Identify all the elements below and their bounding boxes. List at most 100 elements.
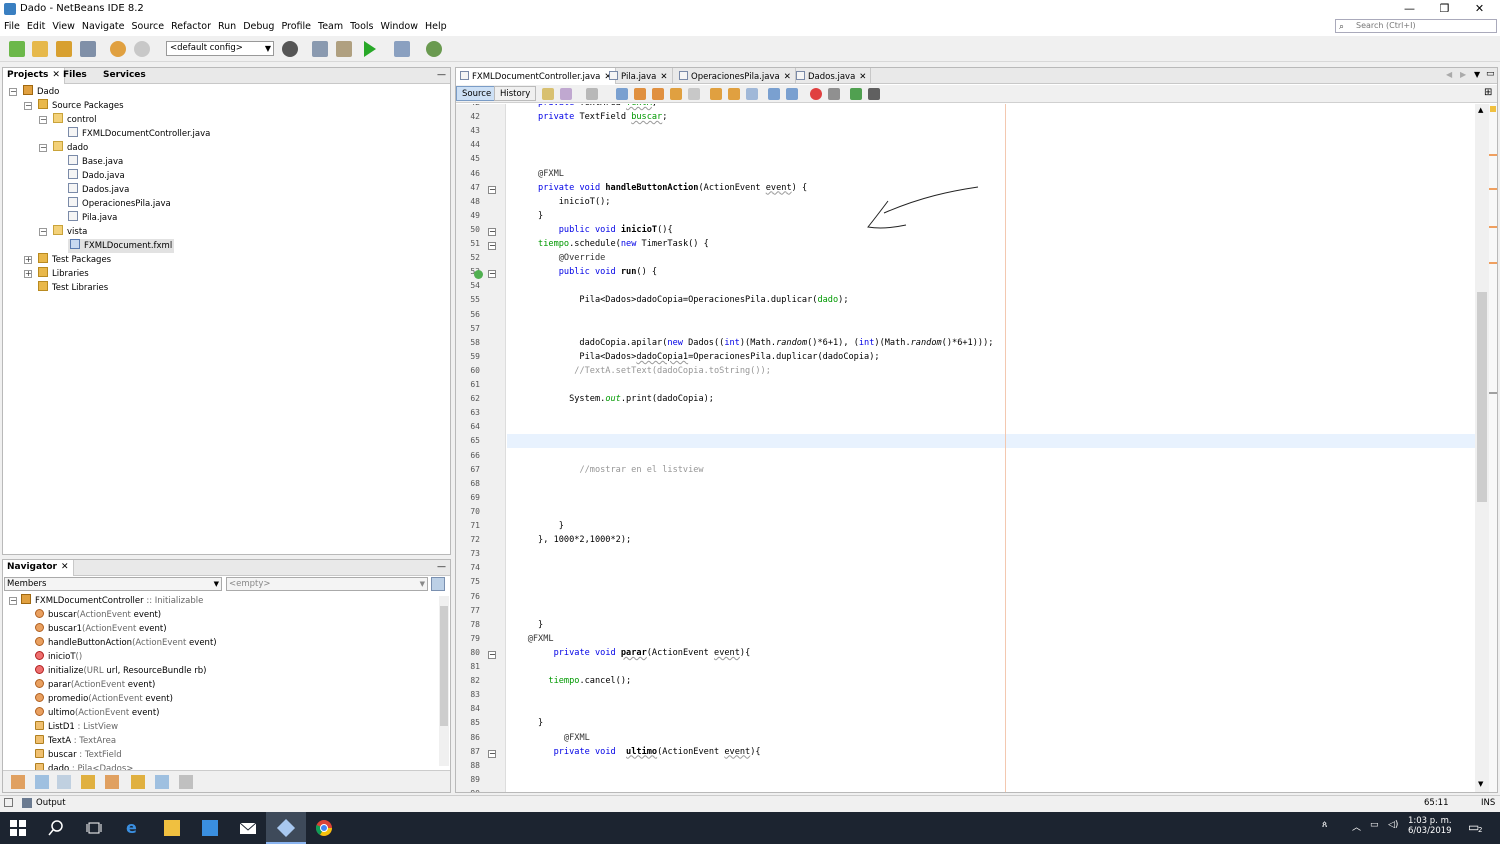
- tab-files[interactable]: Files: [59, 68, 91, 84]
- shift-left-icon[interactable]: [768, 88, 780, 100]
- fold-icon[interactable]: −: [488, 242, 496, 250]
- fold-icon[interactable]: −: [488, 270, 496, 279]
- chrome-icon[interactable]: [316, 820, 332, 836]
- back-icon[interactable]: [560, 88, 572, 100]
- last-edit-icon[interactable]: [542, 88, 554, 100]
- menu-window[interactable]: Window: [377, 18, 421, 32]
- member-item[interactable]: ListD1 : ListView: [35, 720, 118, 734]
- tree-item[interactable]: dado: [53, 141, 88, 155]
- clean-build-icon[interactable]: [336, 41, 352, 57]
- sort-icon[interactable]: [155, 775, 169, 789]
- menu-profile[interactable]: Profile: [277, 18, 314, 32]
- tree-item[interactable]: vista: [53, 225, 87, 239]
- menu-tools[interactable]: Tools: [346, 18, 376, 32]
- search-icon[interactable]: [48, 820, 64, 836]
- config-select[interactable]: <default config> ▼: [166, 41, 274, 56]
- history-button[interactable]: History: [494, 86, 537, 101]
- code-area[interactable]: private TextArea TextA; private TextFiel…: [507, 104, 1475, 792]
- clock[interactable]: 1:03 p. m. 6/03/2019: [1408, 816, 1452, 836]
- network-icon[interactable]: ▭: [1370, 820, 1379, 830]
- member-item[interactable]: parar(ActionEvent event): [35, 678, 155, 692]
- tab-navigator[interactable]: Navigator ✕: [3, 560, 74, 576]
- member-item[interactable]: buscar1(ActionEvent event): [35, 622, 167, 636]
- menu-run[interactable]: Run: [214, 18, 239, 32]
- layout-icon[interactable]: [431, 577, 445, 591]
- member-item[interactable]: initialize(URL url, ResourceBundle rb): [35, 664, 206, 678]
- new-project-icon[interactable]: [9, 41, 25, 57]
- debug-icon[interactable]: [394, 41, 410, 57]
- collapse-icon[interactable]: −: [39, 116, 47, 124]
- search-input[interactable]: ⌕ Search (Ctrl+I): [1335, 19, 1497, 33]
- close-icon[interactable]: ✕: [61, 562, 69, 572]
- fold-icon[interactable]: −: [488, 227, 496, 236]
- warning-mark[interactable]: [1489, 154, 1497, 156]
- run-icon[interactable]: [364, 41, 376, 57]
- split-icon[interactable]: ⊞: [1484, 87, 1492, 98]
- tab-services[interactable]: Services: [99, 68, 150, 84]
- tree-item[interactable]: FXMLDocument.fxml: [68, 239, 175, 253]
- find-next-icon[interactable]: [652, 88, 664, 100]
- find-selection-icon[interactable]: [670, 88, 682, 100]
- next-bookmark-icon[interactable]: [728, 88, 740, 100]
- navigator-scrollbar[interactable]: [439, 596, 449, 766]
- toggle-bookmark-icon[interactable]: [746, 88, 758, 100]
- comment-icon[interactable]: [850, 88, 862, 100]
- menu-team[interactable]: Team: [314, 18, 346, 32]
- expand-icon[interactable]: +: [24, 256, 32, 264]
- expand-icon[interactable]: +: [24, 270, 32, 278]
- collapse-icon[interactable]: −: [9, 597, 17, 605]
- open-project-icon[interactable]: [56, 41, 72, 57]
- tree-item[interactable]: Libraries: [38, 267, 89, 281]
- member-item[interactable]: ultimo(ActionEvent event): [35, 706, 159, 720]
- filter-icon[interactable]: [131, 775, 145, 789]
- sort-alpha-icon[interactable]: [179, 775, 193, 789]
- warning-mark[interactable]: [1489, 226, 1497, 228]
- override-icon[interactable]: [474, 270, 483, 280]
- menu-edit[interactable]: Edit: [23, 18, 48, 32]
- member-item[interactable]: TextA : TextArea: [35, 734, 116, 748]
- redo-icon[interactable]: [134, 41, 150, 57]
- collapse-icon[interactable]: −: [39, 144, 47, 152]
- menu-refactor[interactable]: Refactor: [167, 18, 214, 32]
- edge-icon[interactable]: e: [126, 818, 142, 837]
- save-all-icon[interactable]: [80, 41, 96, 57]
- tree-item[interactable]: Base.java: [68, 155, 123, 169]
- minimize-panel-icon[interactable]: —: [433, 560, 450, 576]
- scroll-up-icon[interactable]: ▲: [1478, 106, 1483, 114]
- close-icon[interactable]: ✕: [784, 72, 791, 82]
- close-button[interactable]: ✕: [1462, 0, 1497, 18]
- member-item[interactable]: inicioT(): [35, 650, 82, 664]
- minimize-panel-icon[interactable]: —: [433, 68, 450, 84]
- store-icon[interactable]: [202, 820, 218, 836]
- globe-icon[interactable]: [282, 41, 298, 57]
- find-icon[interactable]: [616, 88, 628, 100]
- fold-icon[interactable]: −: [488, 749, 496, 758]
- collapse-icon[interactable]: −: [9, 88, 17, 96]
- editor-tab-pila[interactable]: Pila.java ✕: [605, 68, 673, 84]
- filter-icon[interactable]: [105, 775, 119, 789]
- member-item[interactable]: handleButtonAction(ActionEvent event): [35, 636, 217, 650]
- build-hammer-icon[interactable]: [312, 41, 328, 57]
- tree-item[interactable]: Test Libraries: [38, 281, 108, 295]
- tab-list-icon[interactable]: ▼: [1474, 70, 1480, 79]
- scroll-tabs-left-icon[interactable]: ◀: [1446, 70, 1452, 79]
- filter-select[interactable]: <empty> ▼: [226, 577, 428, 591]
- tree-item[interactable]: Dado.java: [68, 169, 125, 183]
- people-icon[interactable]: ጰ: [1322, 820, 1327, 830]
- restore-button[interactable]: ❐: [1427, 0, 1462, 18]
- record-macro-icon[interactable]: [810, 88, 822, 100]
- maximize-icon[interactable]: ▭: [1486, 69, 1495, 79]
- forward-icon[interactable]: [586, 88, 598, 100]
- menu-help[interactable]: Help: [421, 18, 450, 32]
- navigator-scroll-thumb[interactable]: [440, 606, 448, 726]
- menu-view[interactable]: View: [48, 18, 78, 32]
- new-file-icon[interactable]: [32, 41, 48, 57]
- restore-window-icon[interactable]: [4, 798, 13, 807]
- windows-start-icon[interactable]: [10, 820, 26, 836]
- toggle-highlight-icon[interactable]: [688, 88, 700, 100]
- prev-bookmark-icon[interactable]: [710, 88, 722, 100]
- collapse-icon[interactable]: −: [24, 102, 32, 110]
- uncomment-icon[interactable]: [868, 88, 880, 100]
- filter-icon[interactable]: [35, 775, 49, 789]
- menu-navigate[interactable]: Navigate: [78, 18, 128, 32]
